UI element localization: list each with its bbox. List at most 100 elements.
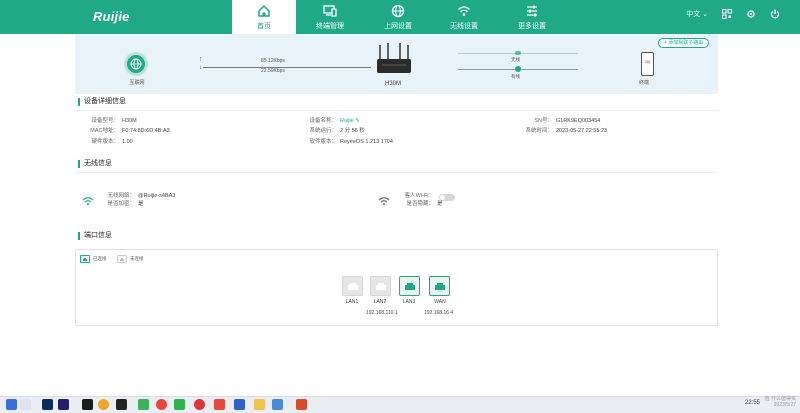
port-connected-icon <box>80 255 90 263</box>
terminal-count: 2台 <box>644 60 651 64</box>
uptime-value: 2 分 56 秒 <box>340 128 365 134</box>
add-mesh-button[interactable]: + 添加易联子路由 <box>658 38 710 48</box>
wan-link-line <box>203 67 371 68</box>
wifi-icon <box>458 6 470 16</box>
guest-wifi-toggle[interactable] <box>439 194 455 201</box>
ssid-key: 无线网络： <box>107 193 135 199</box>
port-lan1-label: LAN1 <box>345 299 359 305</box>
wechat-icon[interactable] <box>174 399 185 410</box>
start-icon[interactable] <box>6 399 17 410</box>
wireless-link-dot <box>515 51 521 55</box>
port-lan2[interactable] <box>370 276 391 296</box>
nav-internet-settings[interactable]: 上网设置 <box>366 0 430 34</box>
download-rate: 22.59Kbps <box>261 68 285 74</box>
device-name-edit[interactable]: Ruijie ✎ <box>340 118 360 124</box>
ethernet-port-icon <box>375 283 386 290</box>
internet-node[interactable] <box>124 52 148 76</box>
chrome-icon[interactable] <box>156 399 167 410</box>
system-time-key: 系统时间： <box>525 128 553 134</box>
encryption-value: 是 <box>138 201 144 207</box>
legend-connected: 已连接 <box>80 255 107 263</box>
lan-ip: 192.168.110.1 <box>366 310 398 316</box>
app-capcut-icon[interactable] <box>116 399 127 410</box>
top-nav-bar: Ruijie 首页 终端管理 上网设置 无线设置 更多设置 中文 ⌄ <box>0 0 800 34</box>
mac-row: MAC地址： F0:74:8D:6D:4B:A3 <box>90 128 170 135</box>
ethernet-port-icon <box>347 283 358 290</box>
app-icon[interactable] <box>98 399 109 410</box>
qrcode-icon[interactable] <box>722 9 732 19</box>
device-model-value: H30M <box>122 118 137 124</box>
app-lrc-icon[interactable] <box>42 399 53 410</box>
nav-more-label: 更多设置 <box>518 23 546 30</box>
router-icon <box>377 43 411 73</box>
nav-wireless-settings[interactable]: 无线设置 <box>432 0 496 34</box>
device-model-key: 设备型号： <box>91 118 119 124</box>
device-name-row: 设备名称： Ruijie ✎ <box>309 118 360 125</box>
nav-home-label: 首页 <box>257 23 271 30</box>
upload-rate: 85.12Kbps <box>261 58 285 64</box>
uptime-row: 系统运行： 2 分 56 秒 <box>309 128 365 135</box>
nav-internet-label: 上网设置 <box>384 23 412 30</box>
search-icon[interactable] <box>20 399 31 410</box>
port-lan3[interactable] <box>399 276 420 296</box>
port-wan[interactable] <box>429 276 450 296</box>
power-icon[interactable] <box>770 9 780 19</box>
wan-ip: 192.168.16.4 <box>424 310 454 316</box>
nav-more-settings[interactable]: 更多设置 <box>500 0 564 34</box>
ethernet-port-icon <box>404 283 415 290</box>
wired-link-dot <box>515 66 521 72</box>
nav-wireless-label: 无线设置 <box>450 23 478 30</box>
ports-info-title: 端口信息 <box>78 232 112 240</box>
legend-disconnected-label: 未连接 <box>130 256 144 261</box>
folder-icon[interactable] <box>254 399 265 410</box>
nav-terminal-label: 终端管理 <box>316 23 344 30</box>
legend-disconnected: 未连接 <box>117 255 144 263</box>
nav-home[interactable]: 首页 <box>232 0 296 34</box>
internet-label: 互联网 <box>129 80 145 86</box>
nav-terminal-management[interactable]: 终端管理 <box>298 0 362 34</box>
language-select[interactable]: 中文 ⌄ <box>686 9 708 19</box>
ssid-value: @Ruijie-s4BA3 <box>138 193 176 199</box>
terminal-phone-icon[interactable]: 2台 <box>641 52 654 76</box>
hw-row: 硬件版本： 1.00 <box>91 139 133 146</box>
section-divider <box>75 172 718 173</box>
app-icon[interactable] <box>234 399 245 410</box>
port-wan-label: WAN <box>434 299 446 305</box>
guest-wifi-icon <box>378 197 390 206</box>
mac-value: F0:74:8D:6D:4B:A3 <box>122 128 170 134</box>
app-icon[interactable] <box>138 399 149 410</box>
sn-key: SN号： <box>534 118 553 124</box>
app-icon[interactable] <box>194 399 205 410</box>
app-icon[interactable] <box>214 399 225 410</box>
sliders-icon <box>527 5 537 17</box>
wired-link-label: 有线 <box>511 74 520 79</box>
sw-value: ReyeeOS 1.213.1704 <box>340 139 393 145</box>
taskbar-clock[interactable]: 22:55 <box>745 400 760 406</box>
device-model-row: 设备型号： H30M <box>91 118 137 125</box>
tools-icon[interactable] <box>746 9 756 19</box>
port-lan1[interactable] <box>342 276 363 296</box>
sw-row: 软件版本： ReyeeOS 1.213.1704 <box>309 139 393 146</box>
device-name-key: 设备名称： <box>309 118 337 124</box>
header-tools: 中文 ⌄ <box>686 9 780 19</box>
watermark-line2: 2023/5/27 <box>773 402 796 408</box>
guest-hidden-key: 是否隐藏： <box>406 201 434 207</box>
app-icon[interactable] <box>272 399 283 410</box>
app-premiere-icon[interactable] <box>58 399 69 410</box>
mac-key: MAC地址： <box>90 128 119 134</box>
guest-hidden-row: 是否隐藏：是 <box>406 201 443 208</box>
encryption-row: 是否加密：是 <box>107 201 144 208</box>
sn-row: SN号： G1RK9EQ003454 <box>534 118 600 125</box>
device-info-title: 设备详细信息 <box>78 98 126 106</box>
hw-key: 硬件版本： <box>91 139 119 145</box>
legend-connected-label: 已连接 <box>93 256 107 261</box>
guest-wifi-key: 客人Wi-Fi： <box>404 193 434 199</box>
hw-value: 1.00 <box>122 139 133 145</box>
port-lan2-label: LAN2 <box>373 299 387 305</box>
ethernet-port-icon <box>434 283 445 290</box>
ssid-row: 无线网络： @Ruijie-s4BA3 <box>107 193 176 200</box>
app-icon[interactable] <box>82 399 93 410</box>
system-time-value: 2023-05-27 22:55:23 <box>556 128 608 134</box>
guest-hidden-value: 是 <box>437 201 443 207</box>
app-icon[interactable] <box>296 399 307 410</box>
